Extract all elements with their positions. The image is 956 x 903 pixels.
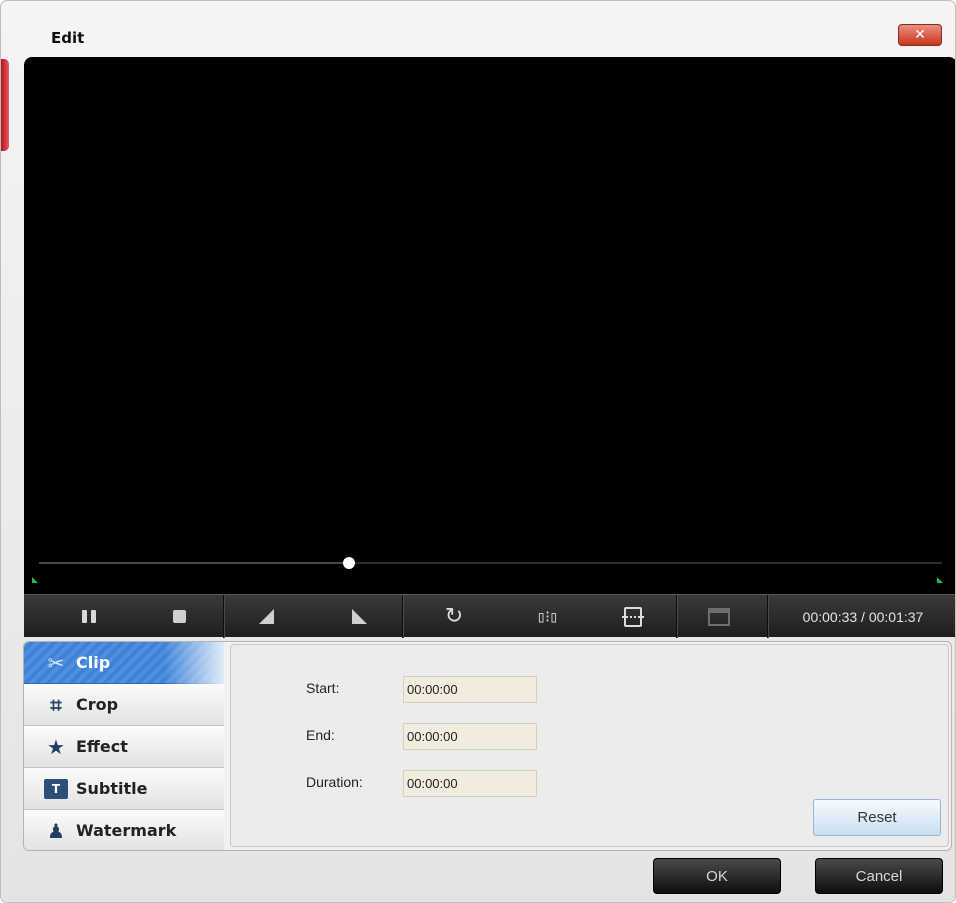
start-label: Start: — [306, 680, 340, 696]
rotate-left-button[interactable] — [231, 595, 301, 638]
start-marker-icon[interactable] — [32, 577, 38, 583]
window-accent — [1, 59, 9, 151]
end-marker-icon[interactable] — [937, 577, 943, 583]
crop-icon: ⌗ — [50, 692, 62, 717]
subtitle-icon: T — [44, 778, 68, 799]
tab-clip-label: Clip — [76, 653, 111, 672]
tab-clip[interactable]: ✂ Clip — [24, 642, 224, 684]
rotate-cw-icon: ↻ — [444, 604, 464, 629]
ok-button[interactable]: OK — [653, 858, 781, 894]
rotate-left-icon — [258, 609, 274, 624]
star-icon: ★ — [47, 734, 65, 759]
flip-horizontal-button[interactable]: ▯⁝▯ — [512, 595, 582, 638]
rotate-cw-button[interactable]: ↻ — [419, 595, 489, 638]
stamp-icon: ♟ — [47, 818, 65, 843]
duration-field[interactable]: 00:00:00 — [403, 770, 537, 797]
seek-handle[interactable] — [342, 557, 355, 569]
snapshot-button[interactable] — [684, 595, 754, 638]
reset-button[interactable]: Reset — [813, 799, 941, 836]
stop-icon — [172, 610, 186, 623]
window-title: Edit — [51, 29, 85, 47]
flip-vertical-button[interactable] — [598, 595, 668, 638]
close-button[interactable]: ✕ — [898, 24, 942, 46]
scissors-icon: ✂ — [47, 650, 65, 675]
edit-tabs: ✂ Clip ⌗ Crop ★ Effect T Subtitle ♟ Wate… — [24, 642, 224, 850]
close-icon: ✕ — [914, 27, 926, 43]
rotate-right-icon — [351, 609, 367, 624]
flip-vertical-icon — [622, 606, 644, 627]
playback-controls: ↻ ▯⁝▯ 00:00:33 / 00:01:37 — [24, 594, 955, 638]
flip-horizontal-icon: ▯⁝▯ — [536, 607, 558, 626]
end-time-field[interactable]: 00:00:00 — [403, 723, 537, 750]
seek-bar[interactable] — [39, 557, 942, 569]
clip-settings: Start: 00:00:00 End: 00:00:00 Duration: … — [230, 644, 949, 847]
end-label: End: — [306, 727, 335, 743]
edit-dialog: Edit ✕ ↻ ▯⁝▯ 00:00:33 / 00:01:37 ✂ Clip … — [0, 0, 956, 903]
seek-progress — [39, 562, 349, 564]
video-preview — [24, 57, 955, 594]
stop-button[interactable] — [144, 595, 214, 638]
title-bar: Edit ✕ — [1, 1, 955, 53]
timecode: 00:00:33 / 00:01:37 — [802, 608, 924, 625]
tab-crop[interactable]: ⌗ Crop — [24, 684, 224, 726]
cancel-button[interactable]: Cancel — [815, 858, 943, 894]
edit-panel: ✂ Clip ⌗ Crop ★ Effect T Subtitle ♟ Wate… — [23, 641, 952, 851]
tab-watermark-label: Watermark — [76, 821, 177, 840]
tab-crop-label: Crop — [76, 695, 119, 714]
pause-button[interactable] — [54, 595, 124, 638]
tab-subtitle-label: Subtitle — [76, 779, 148, 798]
tab-effect-label: Effect — [76, 737, 128, 756]
clapperboard-icon — [708, 607, 730, 626]
pause-icon — [82, 610, 96, 623]
tab-effect[interactable]: ★ Effect — [24, 726, 224, 768]
tab-subtitle[interactable]: T Subtitle — [24, 768, 224, 810]
tab-watermark[interactable]: ♟ Watermark — [24, 810, 224, 850]
start-time-field[interactable]: 00:00:00 — [403, 676, 537, 703]
rotate-right-button[interactable] — [324, 595, 394, 638]
duration-label: Duration: — [306, 774, 363, 790]
